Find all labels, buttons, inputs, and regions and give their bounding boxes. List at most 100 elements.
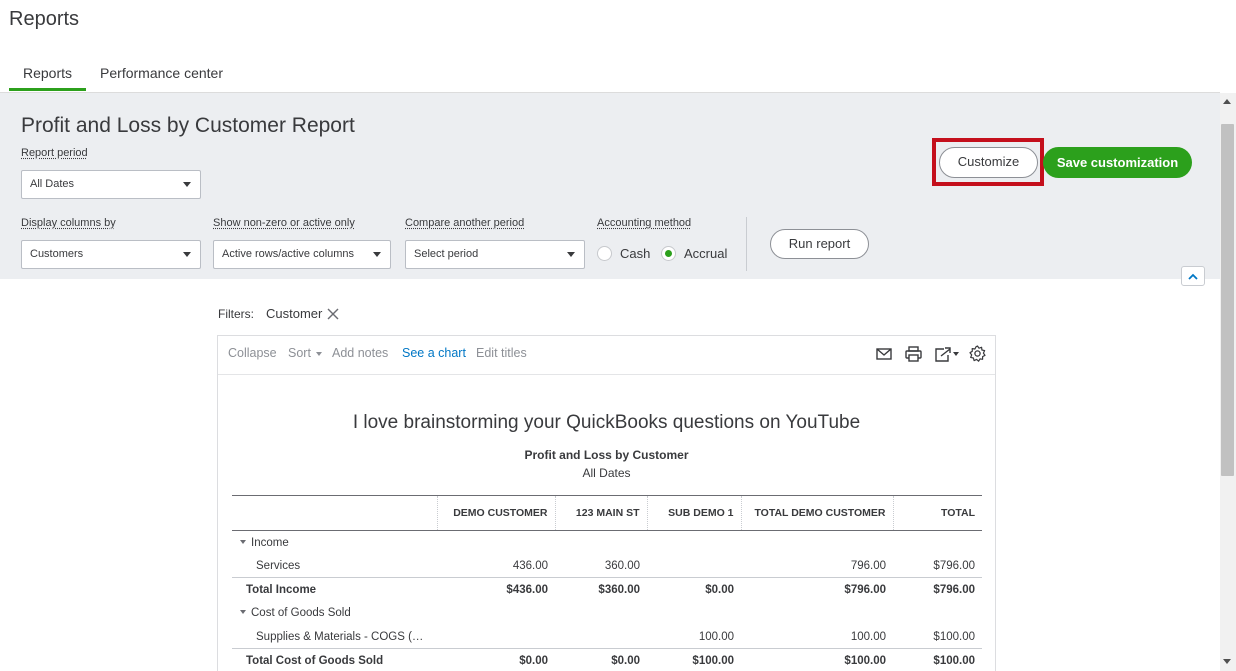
display-columns-value: Customers (30, 248, 84, 260)
display-columns-label: Display columns by (21, 217, 116, 229)
chevron-down-icon (567, 252, 575, 257)
row-label[interactable]: Cost of Goods Sold (232, 602, 437, 626)
cell[interactable] (647, 554, 741, 578)
caret-down-icon[interactable] (240, 610, 246, 615)
cell (647, 602, 741, 626)
edit-titles-link[interactable]: Edit titles (476, 346, 527, 360)
see-chart-link[interactable]: See a chart (402, 346, 466, 360)
report-name[interactable]: Profit and Loss by Customer (218, 448, 995, 462)
save-customization-button[interactable]: Save customization (1043, 147, 1192, 178)
close-icon[interactable] (327, 308, 339, 320)
row-label-text: Cost of Goods Sold (251, 607, 351, 620)
report-container: Collapse Sort Add notes See a chart Edit… (217, 335, 996, 671)
collapse-link[interactable]: Collapse (228, 346, 277, 360)
compare-period-select[interactable]: Select period (405, 240, 585, 269)
cell[interactable]: 100.00 (741, 625, 893, 649)
sort-label: Sort (288, 346, 311, 360)
report-period-select[interactable]: All Dates (21, 170, 201, 199)
sort-dropdown[interactable]: Sort (288, 346, 323, 360)
column-header[interactable]: DEMO CUSTOMER (436, 495, 555, 531)
display-columns-select[interactable]: Customers (21, 240, 201, 269)
chevron-down-icon (183, 182, 191, 187)
cell[interactable]: $360.00 (555, 577, 647, 602)
column-header-account (232, 495, 437, 531)
row-label-text: Income (251, 536, 289, 549)
filters-bar: Filters: Customer (218, 306, 339, 321)
report-title: Profit and Loss by Customer Report (21, 114, 355, 137)
cell[interactable]: 796.00 (741, 554, 893, 578)
row-label[interactable]: Income (232, 531, 437, 555)
cell[interactable] (555, 625, 647, 649)
cell (741, 531, 893, 555)
cell[interactable]: $0.00 (437, 648, 555, 671)
scrollbar-thumb[interactable] (1221, 124, 1234, 476)
gear-icon[interactable] (969, 345, 986, 362)
options-divider (746, 217, 747, 271)
cell (555, 531, 647, 555)
filter-chip-label: Customer (266, 306, 323, 321)
cell[interactable]: $100.00 (893, 648, 982, 671)
report-toolbar: Collapse Sort Add notes See a chart Edit… (218, 336, 995, 375)
column-header[interactable]: SUB DEMO 1 (646, 495, 741, 531)
caret-down-icon (316, 351, 323, 356)
filter-chip-customer: Customer (266, 306, 339, 321)
cell[interactable]: $100.00 (647, 648, 741, 671)
cell (437, 602, 555, 626)
report-dates: All Dates (582, 466, 631, 480)
cell[interactable]: $796.00 (893, 554, 982, 578)
cell[interactable]: 100.00 (647, 625, 741, 649)
print-icon[interactable] (905, 346, 922, 362)
chevron-down-icon (183, 252, 191, 257)
column-header[interactable]: TOTAL DEMO CUSTOMER (740, 495, 893, 531)
cell[interactable]: $0.00 (647, 577, 741, 602)
cell[interactable]: $796.00 (893, 577, 982, 602)
collapse-panel-button[interactable] (1181, 266, 1205, 286)
cell[interactable]: 360.00 (555, 554, 647, 578)
cell[interactable]: $0.00 (555, 648, 647, 671)
tab-performance-center[interactable]: Performance center (86, 60, 237, 91)
scroll-up-arrow-icon[interactable] (1223, 99, 1231, 104)
add-notes-link[interactable]: Add notes (332, 346, 388, 360)
radio-accrual-label: Accrual (684, 246, 728, 261)
cell[interactable]: $100.00 (741, 648, 893, 671)
report-table: DEMO CUSTOMER 123 MAIN ST SUB DEMO 1 TOT… (232, 495, 982, 671)
non-zero-select[interactable]: Active rows/active columns (213, 240, 391, 269)
row-label[interactable]: Services (232, 554, 437, 578)
tab-reports[interactable]: Reports (9, 60, 87, 91)
report-period-value: All Dates (30, 178, 75, 190)
row-label: Total Cost of Goods Sold (232, 648, 437, 671)
filters-label: Filters: (218, 306, 254, 321)
chevron-down-icon (373, 252, 381, 257)
column-header[interactable]: 123 MAIN ST (554, 495, 647, 531)
export-icon[interactable] (934, 346, 960, 362)
cell (741, 602, 893, 626)
run-report-button[interactable]: Run report (770, 229, 869, 259)
table-row: Income (232, 531, 982, 555)
email-icon[interactable] (876, 348, 892, 360)
cell[interactable]: $796.00 (741, 577, 893, 602)
compare-period-label: Compare another period (405, 217, 525, 229)
cell[interactable]: 436.00 (437, 554, 555, 578)
table-row: Services 436.00 360.00 796.00 $796.00 (232, 554, 982, 578)
cell (437, 531, 555, 555)
table-header-row: DEMO CUSTOMER 123 MAIN ST SUB DEMO 1 TOT… (232, 495, 982, 531)
scroll-down-arrow-icon[interactable] (1223, 659, 1231, 664)
cell (647, 531, 741, 555)
page: Reports Reports Performance center Profi… (0, 0, 1236, 671)
radio-cash-button[interactable] (597, 246, 612, 261)
accounting-method-label: Accounting method (597, 217, 692, 229)
radio-cash[interactable]: Cash (597, 246, 650, 261)
company-name[interactable]: I love brainstorming your QuickBooks que… (218, 412, 995, 434)
cell[interactable]: $100.00 (893, 625, 982, 649)
page-title: Reports (9, 8, 80, 30)
column-header[interactable]: TOTAL (892, 495, 982, 531)
cell (893, 531, 982, 555)
radio-accrual-button[interactable] (661, 246, 676, 261)
row-label[interactable]: Supplies & Materials - COGS (… (232, 625, 437, 649)
caret-down-icon[interactable] (240, 539, 246, 544)
cell[interactable] (437, 625, 555, 649)
cell[interactable]: $436.00 (437, 577, 555, 602)
radio-accrual[interactable]: Accrual (661, 246, 727, 261)
chevron-up-icon (1188, 273, 1198, 280)
customize-highlight-box (932, 138, 1044, 186)
